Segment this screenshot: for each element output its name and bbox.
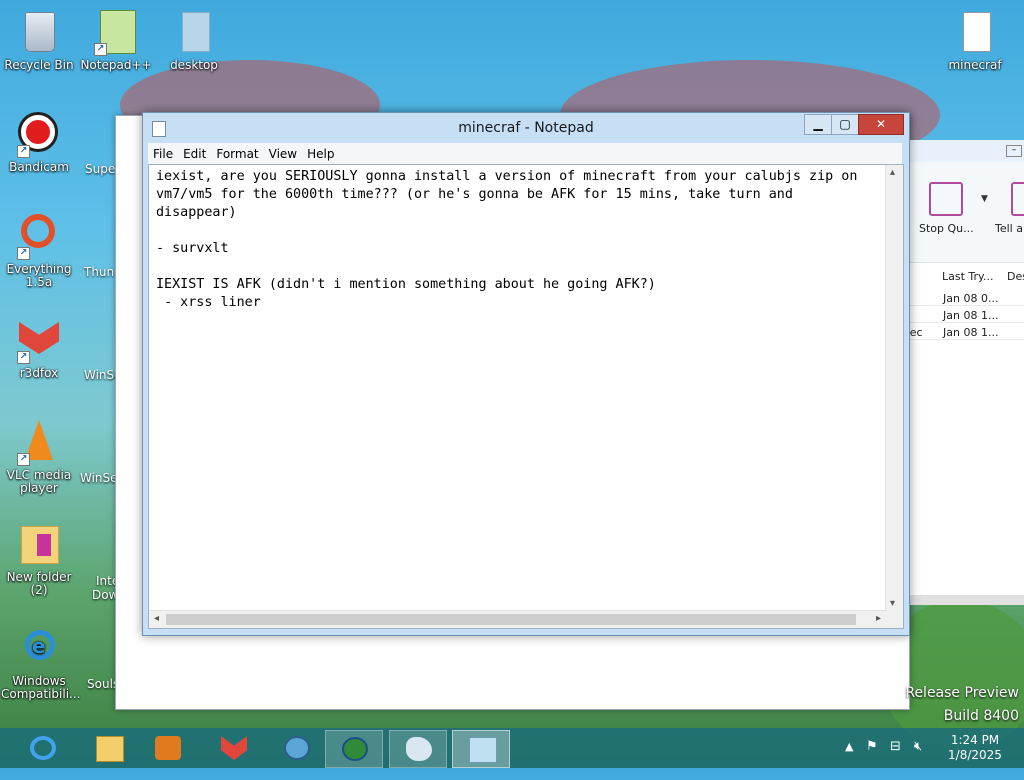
taskbar-paint[interactable] — [389, 730, 447, 768]
scroll-down-icon[interactable]: ▾ — [890, 598, 895, 609]
show-hidden-icons[interactable]: ▲ — [845, 740, 853, 780]
desktop-icon-everything[interactable]: ↗ Everything 1.5a — [1, 212, 77, 289]
taskbar-r3dfox[interactable] — [205, 730, 261, 766]
everything-search-icon: ↗ — [15, 212, 63, 260]
minimize-icon[interactable]: – — [1006, 145, 1022, 157]
taskbar: ▲ ⚑ ⊟ 🔇︎ 1:24 PM 1/8/2025 — [0, 728, 1024, 768]
horizontal-scrollbar[interactable]: ◂ ▸ — [149, 610, 886, 628]
clock-date: 1/8/2025 — [948, 748, 1002, 762]
desktop-icon-notepad-plus-plus[interactable]: ↗ Notepad++ — [78, 8, 154, 72]
stop-queue-button[interactable]: Stop Qu... — [919, 222, 974, 235]
vertical-scrollbar[interactable]: ▴ ▾ — [885, 165, 903, 611]
notepad-plus-plus-icon: ↗ — [92, 8, 140, 56]
watermark-release: Release Preview — [905, 685, 1019, 701]
desktop-icon-partial[interactable]: Supe — [85, 162, 115, 176]
desktop-icon-r3dfox[interactable]: ↗ r3dfox — [1, 316, 77, 380]
maximize-button[interactable]: ▢ — [831, 114, 859, 135]
grid-line — [906, 305, 1024, 306]
file-explorer-icon — [96, 736, 124, 762]
desktop-icon-partial[interactable]: Thun — [84, 265, 114, 279]
table-cell[interactable]: Jan 08 0... — [943, 292, 998, 305]
menu-help[interactable]: Help — [302, 144, 339, 165]
menu-view[interactable]: View — [264, 144, 302, 165]
ribbon: ▼ Stop Qu... Tell a f — [899, 162, 1024, 263]
clock-time: 1:24 PM — [950, 733, 1000, 747]
scroll-left-icon[interactable]: ◂ — [154, 613, 159, 624]
menu-file[interactable]: File — [148, 144, 178, 165]
stop-queue-icon — [929, 182, 963, 216]
h-scrollbar[interactable] — [905, 595, 1024, 605]
desktop-icon-bandicam[interactable]: ↗ Bandicam — [1, 110, 77, 174]
browser-globe-icon — [284, 736, 310, 760]
document-text[interactable]: iexist, are you SERIOUSLY gonna install … — [156, 168, 881, 608]
grid-line — [906, 322, 1024, 323]
text-editor-area[interactable]: iexist, are you SERIOUSLY gonna install … — [148, 164, 904, 629]
notepad-icon — [469, 737, 497, 763]
close-icon: ✕ — [875, 117, 887, 131]
desktop-icon-vlc[interactable]: ↗ VLC media player — [1, 418, 77, 495]
desktop-icon-desktop-file[interactable]: desktop — [156, 8, 232, 72]
tell-friend-icon — [1011, 182, 1024, 216]
scroll-up-icon[interactable]: ▴ — [890, 167, 895, 178]
folder-icon — [15, 520, 63, 568]
grid-line — [906, 339, 1024, 340]
text-file-icon — [951, 8, 999, 56]
taskbar-media-player[interactable] — [139, 730, 195, 766]
desktop-file-icon — [170, 8, 218, 56]
desktop-icon-partial[interactable]: WinSe — [80, 471, 118, 485]
menu-format[interactable]: Format — [211, 144, 263, 165]
table-cell[interactable]: Jan 08 1... — [943, 326, 998, 339]
window-title: minecraf - Notepad — [458, 120, 594, 136]
vlc-icon: ↗ — [15, 418, 63, 466]
bandicam-icon: ↗ — [15, 110, 63, 158]
desktop-icon-recycle-bin[interactable]: Recycle Bin — [1, 8, 77, 72]
taskbar-file-explorer[interactable] — [80, 730, 136, 766]
r3dfox-icon: ↗ — [15, 316, 63, 364]
recycle-bin-icon — [15, 8, 63, 56]
taskbar-notepad[interactable] — [452, 730, 510, 768]
action-center-flag-icon[interactable]: ⚑ — [866, 739, 878, 779]
taskbar-download-manager[interactable] — [325, 730, 383, 768]
background-app-window[interactable]: – ▼ Stop Qu... Tell a f — [898, 140, 1024, 605]
maximize-icon: ▢ — [839, 117, 851, 131]
tell-friend-button[interactable]: Tell a f — [995, 222, 1024, 235]
scroll-right-icon[interactable]: ▸ — [876, 613, 881, 624]
internet-explorer-icon: e — [15, 624, 63, 672]
minimize-icon: ▁ — [813, 117, 823, 131]
system-clock[interactable]: 1:24 PM 1/8/2025 — [935, 733, 1015, 763]
taskbar-browser[interactable] — [268, 730, 324, 766]
watermark-build: Build 8400 — [943, 708, 1019, 724]
desktop-icon-windows-compat[interactable]: e Windows Compatibili... — [1, 624, 80, 701]
notepad-window[interactable]: minecraf - Notepad ▁ ▢ ✕ File Edit Format V… — [142, 112, 910, 636]
menu-bar: File Edit Format View Help — [148, 143, 902, 164]
close-button[interactable]: ✕ — [858, 114, 904, 135]
dropdown-arrow-icon[interactable]: ▼ — [981, 194, 988, 204]
paint-icon — [406, 737, 432, 761]
column-header-description[interactable]: Des — [1007, 270, 1024, 283]
r3dfox-icon — [221, 736, 247, 760]
taskbar-internet-explorer[interactable] — [14, 730, 70, 766]
volume-muted-icon[interactable]: 🔇︎ — [914, 739, 922, 779]
menu-edit[interactable]: Edit — [178, 144, 211, 165]
media-player-icon — [155, 736, 181, 760]
column-header-last-try[interactable]: Last Try... — [942, 270, 993, 283]
scroll-thumb[interactable] — [166, 614, 856, 625]
desktop-icon-minecraf[interactable]: minecraf — [937, 8, 1013, 72]
minimize-button[interactable]: ▁ — [804, 114, 832, 135]
download-manager-icon — [342, 737, 368, 761]
internet-explorer-icon — [30, 736, 56, 760]
table-cell[interactable]: Jan 08 1... — [943, 309, 998, 322]
desktop-icon-new-folder[interactable]: New folder (2) — [1, 520, 77, 597]
size-grip[interactable] — [886, 611, 903, 628]
network-icon[interactable]: ⊟ — [890, 739, 901, 779]
